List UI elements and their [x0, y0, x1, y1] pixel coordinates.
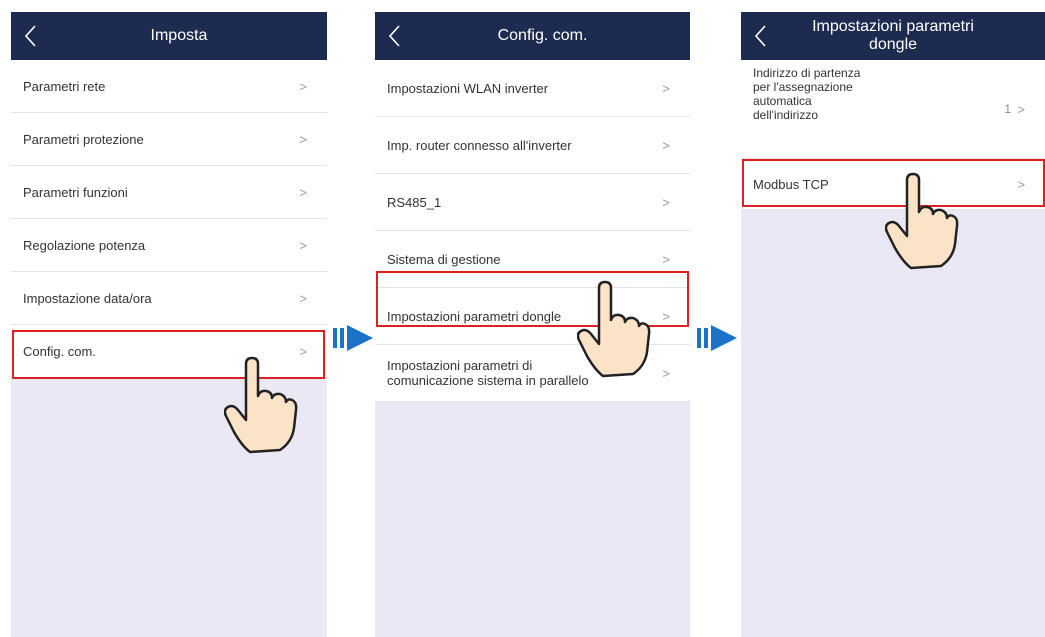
list-item-parametri-funzioni[interactable]: Parametri funzioni > [11, 166, 327, 219]
list-item-rs485[interactable]: RS485_1 > [375, 174, 690, 231]
chevron-right-icon: > [299, 78, 307, 94]
list-item-indirizzo-partenza[interactable]: Indirizzo di partenza per l'assegnazione… [741, 60, 1045, 159]
title-bar: Impostazioni parametri dongle [741, 12, 1045, 60]
chevron-left-icon [754, 25, 766, 47]
list-item-label: Sistema di gestione [387, 251, 501, 267]
list-item-wlan-inverter[interactable]: Impostazioni WLAN inverter > [375, 60, 690, 117]
list-item-label: Impostazione data/ora [23, 290, 152, 306]
list-item-label: Indirizzo di partenza per l'assegnazione… [753, 66, 861, 122]
list-item-router[interactable]: Imp. router connesso all'inverter > [375, 117, 690, 174]
list-item-regolazione-potenza[interactable]: Regolazione potenza > [11, 219, 327, 272]
chevron-right-icon: > [1017, 176, 1025, 192]
title-bar: Imposta [11, 12, 327, 60]
list-item-label: Parametri rete [23, 78, 106, 94]
screen-parametri-dongle: Impostazioni parametri dongle Indirizzo … [741, 12, 1045, 637]
list-item-label: Modbus TCP [753, 176, 829, 192]
chevron-right-icon: > [662, 365, 670, 381]
title-bar: Config. com. [375, 12, 690, 60]
chevron-left-icon [388, 25, 400, 47]
chevron-right-icon: > [299, 131, 307, 147]
pointing-hand-icon [885, 172, 959, 282]
chevron-left-icon [24, 25, 36, 47]
list-item-value: 1 [1004, 102, 1011, 116]
list-item-label: Parametri funzioni [23, 184, 128, 200]
list-item-label: RS485_1 [387, 194, 442, 210]
chevron-right-icon: > [662, 194, 670, 210]
double-arrow-right-icon [333, 325, 373, 351]
screen-imposta: Imposta Parametri rete > Parametri prote… [11, 12, 327, 637]
list-item-label: Regolazione potenza [23, 237, 146, 253]
chevron-right-icon: > [299, 290, 307, 306]
list-item-parametri-protezione[interactable]: Parametri protezione > [11, 113, 327, 166]
page-title: Config. com. [497, 27, 588, 44]
chevron-right-icon: > [662, 308, 670, 324]
double-arrow-right-icon [697, 325, 737, 351]
list-item-label: Parametri protezione [23, 131, 144, 147]
pointing-hand-icon [224, 356, 298, 466]
pointing-hand-icon [577, 280, 651, 390]
page-title: Imposta [150, 27, 208, 44]
chevron-right-icon: > [299, 237, 307, 253]
chevron-right-icon: > [299, 343, 307, 359]
back-button[interactable] [21, 21, 41, 51]
list-item-parametri-rete[interactable]: Parametri rete > [11, 60, 327, 113]
chevron-right-icon: > [299, 184, 307, 200]
chevron-right-icon: > [1017, 101, 1025, 117]
back-button[interactable] [751, 21, 771, 51]
page-title: Impostazioni parametri dongle [812, 18, 974, 53]
chevron-right-icon: > [662, 80, 670, 96]
list-item-impostazione-data-ora[interactable]: Impostazione data/ora > [11, 272, 327, 325]
chevron-right-icon: > [662, 137, 670, 153]
list-item-label: Impostazioni WLAN inverter [387, 80, 549, 96]
list-item-label: Imp. router connesso all'inverter [387, 137, 572, 153]
chevron-right-icon: > [662, 251, 670, 267]
back-button[interactable] [385, 21, 405, 51]
settings-list: Parametri rete > Parametri protezione > … [11, 60, 327, 378]
